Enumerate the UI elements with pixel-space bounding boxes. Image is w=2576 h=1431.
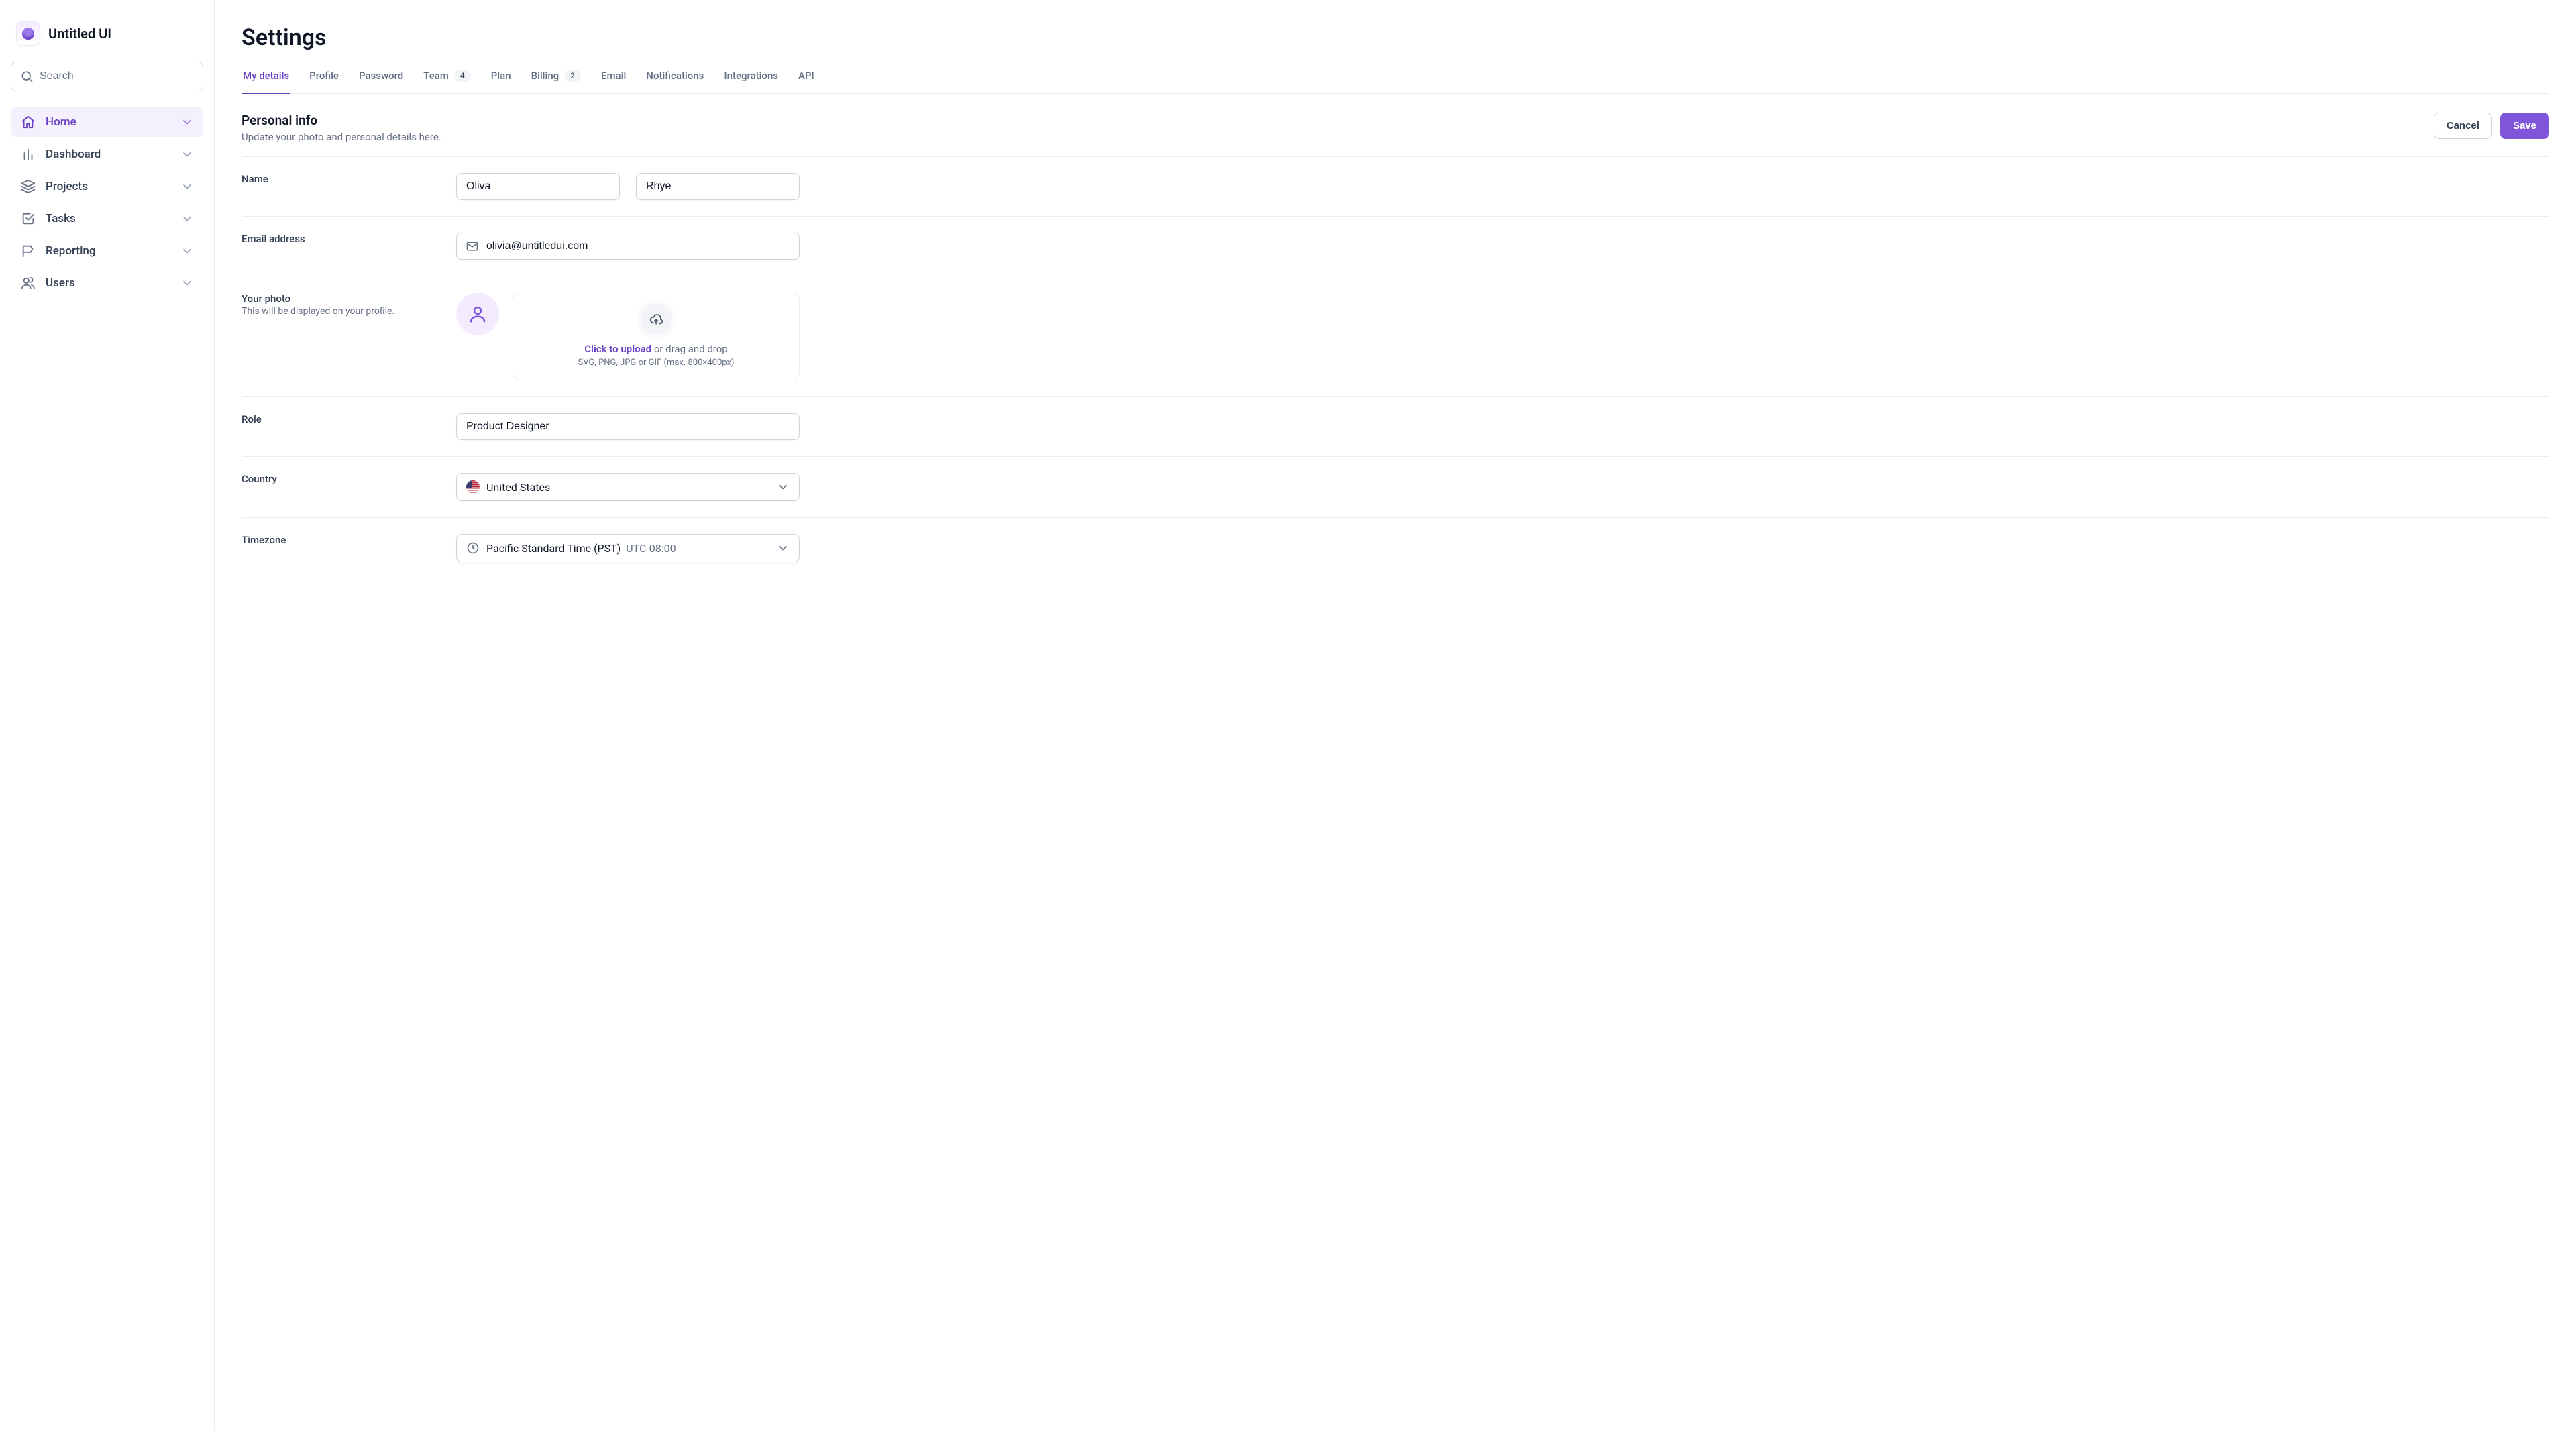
tab-email[interactable]: Email — [600, 70, 627, 94]
sidebar-item-home[interactable]: Home — [11, 107, 203, 137]
label-country: Country — [241, 473, 456, 485]
upload-dropzone[interactable]: Click to upload or drag and drop SVG, PN… — [513, 293, 800, 380]
flag-us-icon — [466, 480, 480, 494]
upload-hint: SVG, PNG, JPG or GIF (max. 800×400px) — [529, 358, 783, 368]
section-actions: Cancel Save — [2434, 113, 2549, 139]
tab-team[interactable]: Team 4 — [422, 70, 472, 94]
tab-my-details[interactable]: My details — [241, 70, 290, 94]
sidebar-item-label: Users — [46, 276, 180, 290]
chevron-down-icon — [180, 180, 194, 193]
upload-cloud-icon — [641, 304, 672, 335]
sidebar-item-users[interactable]: Users — [11, 268, 203, 298]
tab-label: Billing — [531, 70, 559, 82]
chevron-down-icon — [180, 212, 194, 225]
role-input[interactable] — [456, 413, 800, 440]
chevron-down-icon — [776, 480, 790, 494]
mail-icon — [466, 240, 479, 253]
last-name-input[interactable] — [636, 173, 800, 200]
clock-icon — [466, 541, 480, 555]
layers-icon — [20, 178, 36, 195]
tab-billing[interactable]: Billing 2 — [530, 70, 582, 94]
brand-name: Untitled UI — [48, 25, 111, 42]
home-icon — [20, 114, 36, 130]
row-country: Country United States — [241, 457, 2549, 518]
tab-label: Team — [423, 70, 449, 82]
tab-label: Email — [601, 70, 626, 82]
tab-label: Notifications — [646, 70, 704, 82]
chevron-down-icon — [180, 244, 194, 258]
row-email: Email address — [241, 217, 2549, 276]
label-photo: Your photo — [241, 293, 456, 305]
row-photo: Your photo This will be displayed on you… — [241, 276, 2549, 397]
sidebar-nav: Home Dashboard Projects — [11, 107, 203, 298]
tab-password[interactable]: Password — [358, 70, 405, 94]
tab-label: Plan — [491, 70, 511, 82]
tab-label: My details — [243, 70, 289, 82]
chevron-down-icon — [180, 276, 194, 290]
main-content: Settings My details Profile Password Tea… — [215, 0, 2576, 1431]
timezone-select[interactable]: Pacific Standard Time (PST)UTC-08:00 — [456, 534, 800, 562]
tab-label: API — [798, 70, 814, 82]
row-role: Role — [241, 397, 2549, 457]
row-timezone: Timezone Pacific Standard Time (PST)UTC-… — [241, 518, 2549, 578]
label-email: Email address — [241, 233, 456, 245]
section-subtitle: Update your photo and personal details h… — [241, 131, 441, 143]
chevron-down-icon — [180, 148, 194, 161]
chevron-down-icon — [776, 541, 790, 555]
brand: Untitled UI — [11, 21, 203, 62]
upload-text-line1: Click to upload or drag and drop — [529, 343, 783, 355]
sidebar-item-reporting[interactable]: Reporting — [11, 236, 203, 266]
save-button[interactable]: Save — [2500, 113, 2549, 139]
tab-notifications[interactable]: Notifications — [645, 70, 705, 94]
timezone-value: Pacific Standard Time (PST)UTC-08:00 — [486, 542, 769, 555]
search-icon — [20, 70, 34, 83]
tab-label: Profile — [309, 70, 339, 82]
search-input[interactable] — [11, 62, 203, 91]
sidebar-item-label: Dashboard — [46, 148, 180, 161]
avatar-placeholder — [456, 293, 499, 335]
label-name: Name — [241, 173, 456, 185]
tab-plan[interactable]: Plan — [490, 70, 513, 94]
sidebar-item-tasks[interactable]: Tasks — [11, 204, 203, 233]
page-title: Settings — [241, 24, 2549, 51]
search-field[interactable] — [11, 62, 203, 91]
tab-api[interactable]: API — [797, 70, 816, 94]
upload-rest-text: or drag and drop — [651, 343, 728, 355]
sidebar-item-label: Projects — [46, 180, 180, 193]
first-name-input[interactable] — [456, 173, 620, 200]
label-role: Role — [241, 413, 456, 425]
email-input[interactable] — [456, 233, 800, 260]
tab-label: Integrations — [724, 70, 778, 82]
sidebar: Untitled UI Home Dashboard — [0, 0, 215, 1431]
section-title: Personal info — [241, 113, 441, 128]
brand-logo-mark — [22, 28, 34, 40]
users-icon — [20, 275, 36, 291]
tab-label: Password — [359, 70, 403, 82]
sidebar-item-label: Tasks — [46, 212, 180, 225]
sidebar-item-projects[interactable]: Projects — [11, 172, 203, 201]
sidebar-item-label: Home — [46, 115, 180, 129]
flag-icon — [20, 243, 36, 259]
settings-tabs: My details Profile Password Team 4 Plan B… — [241, 70, 2549, 94]
tab-badge: 2 — [564, 70, 581, 82]
timezone-offset: UTC-08:00 — [626, 542, 676, 555]
cancel-button[interactable]: Cancel — [2434, 113, 2492, 139]
country-select[interactable]: United States — [456, 473, 800, 501]
row-name: Name — [241, 157, 2549, 217]
label-photo-sub: This will be displayed on your profile. — [241, 306, 456, 317]
tab-profile[interactable]: Profile — [308, 70, 340, 94]
upload-click-text: Click to upload — [584, 343, 651, 355]
bar-chart-icon — [20, 146, 36, 162]
tab-badge: 4 — [454, 70, 471, 82]
check-square-icon — [20, 211, 36, 227]
tab-integrations[interactable]: Integrations — [722, 70, 780, 94]
brand-logo — [16, 21, 40, 46]
sidebar-item-dashboard[interactable]: Dashboard — [11, 140, 203, 169]
section-header: Personal info Update your photo and pers… — [241, 113, 2549, 157]
label-timezone: Timezone — [241, 534, 456, 546]
chevron-down-icon — [180, 115, 194, 129]
country-value: United States — [486, 481, 769, 494]
sidebar-item-label: Reporting — [46, 244, 180, 258]
